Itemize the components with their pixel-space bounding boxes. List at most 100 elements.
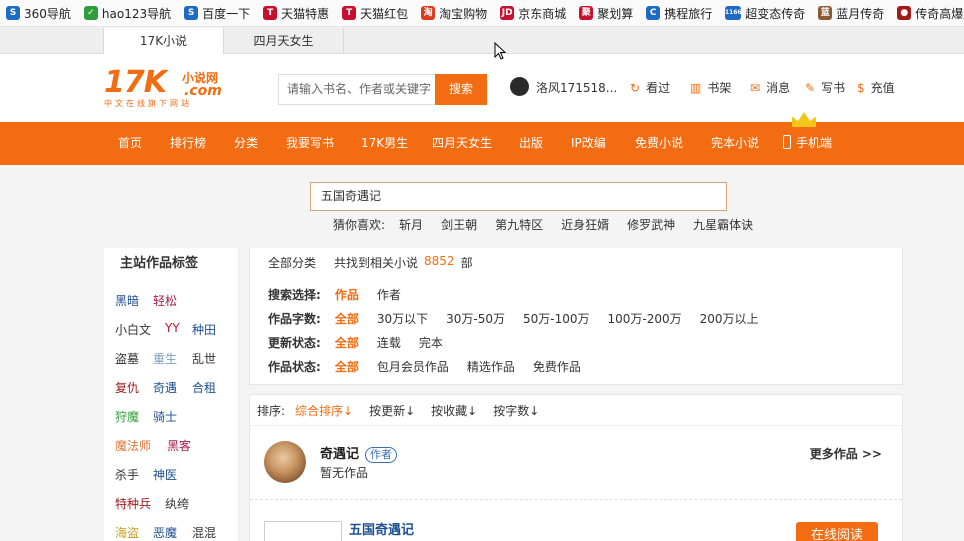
all-category-link[interactable]: 全部分类	[268, 254, 316, 271]
sort-option-3[interactable]: 按字数↓	[493, 402, 539, 419]
bookmark-label: 京东商城	[518, 6, 567, 21]
nav-item-2[interactable]: 分类	[234, 122, 258, 165]
author-name[interactable]: 奇遇记	[320, 447, 359, 462]
sidebar-tag[interactable]: 黑暗	[115, 292, 139, 309]
sidebar-tag[interactable]: 奇遇	[153, 379, 177, 396]
count-suffix: 部	[460, 256, 473, 270]
sidebar-tag[interactable]: 复仇	[115, 379, 139, 396]
sort-option-2[interactable]: 按收藏↓	[431, 402, 477, 419]
filter-option[interactable]: 作者	[377, 286, 401, 303]
header-search-input[interactable]: 请输入书名、作者或关键字	[278, 74, 435, 105]
sidebar-tag[interactable]: 神医	[153, 466, 177, 483]
filter-option[interactable]: 包月会员作品	[377, 358, 449, 375]
filter-option[interactable]: 30万-50万	[446, 310, 505, 327]
bookmark-4[interactable]: T 天猫红包	[342, 5, 408, 22]
guess-item[interactable]: 斩月	[399, 216, 423, 233]
filter-option[interactable]: 全部	[335, 310, 359, 327]
nav-item-9[interactable]: 完本小说	[711, 122, 759, 165]
guess-item[interactable]: 剑王朝	[441, 216, 477, 233]
filter-option[interactable]: 免费作品	[533, 358, 581, 375]
tab-17k[interactable]: 17K小说	[103, 28, 224, 55]
nav-item-0[interactable]: 首页	[118, 122, 142, 165]
sidebar-tag[interactable]: 盗墓	[115, 350, 139, 367]
nav-item-1[interactable]: 排行榜	[170, 122, 206, 165]
header-search-button[interactable]: 搜索	[435, 74, 487, 105]
username-link[interactable]: 洛风171518...	[536, 79, 617, 96]
nav-item-6[interactable]: 出版	[519, 122, 543, 165]
tab-siyuetian[interactable]: 四月天女生	[224, 28, 344, 54]
divider	[250, 499, 902, 500]
sidebar-tag[interactable]: 魔法师	[115, 437, 151, 454]
sidebar-tag[interactable]: 纨绔	[165, 495, 189, 512]
bookmark-1[interactable]: ✓ hao123导航	[83, 5, 171, 22]
sort-option-0[interactable]: 综合排序↓	[295, 402, 353, 419]
nav-label: 分类	[234, 136, 259, 150]
header-link-3[interactable]: ✎ 写书	[805, 79, 845, 96]
sidebar-tag[interactable]: 乱世	[192, 350, 216, 367]
filter-option[interactable]: 完本	[419, 334, 443, 351]
header-link-label: 看过	[646, 81, 671, 95]
header-link-4[interactable]: $ 充值	[857, 79, 895, 96]
bookmark-11[interactable]: ●传奇高爆版	[897, 5, 964, 22]
header-link-0[interactable]: ↻ 看过	[630, 79, 670, 96]
bookmark-5[interactable]: 淘淘宝购物	[421, 5, 487, 22]
filter-option[interactable]: 全部	[335, 334, 359, 351]
filter-option[interactable]: 30万以下	[377, 310, 428, 327]
filter-panel: 全部分类 共找到相关小说 8852 部 搜索选择: 作品 作者 作品字数: 全部 30万以…	[249, 248, 903, 385]
sidebar-tag[interactable]: 狩魔	[115, 408, 139, 425]
sidebar-tag[interactable]: 混混	[192, 524, 216, 541]
bookmark-label: 天猫特惠	[281, 6, 330, 21]
nav-item-8[interactable]: 免费小说	[635, 122, 683, 165]
nav-item-3[interactable]: 我要写书	[286, 122, 334, 165]
book-title-link[interactable]: 五国奇遇记	[349, 519, 414, 538]
sidebar-tag[interactable]: 黑客	[167, 437, 191, 454]
filter-option[interactable]: 连载	[377, 334, 401, 351]
bookmark-7[interactable]: 聚聚划算	[579, 5, 633, 22]
sidebar-tag[interactable]: 骑士	[153, 408, 177, 425]
filter-option[interactable]: 全部	[335, 358, 359, 375]
filter-option[interactable]: 100万-200万	[608, 310, 682, 327]
author-avatar[interactable]	[264, 441, 306, 483]
guess-item[interactable]: 近身狂婿	[561, 216, 609, 233]
book-cover[interactable]	[264, 521, 342, 541]
sidebar-tag[interactable]: 小白文	[115, 321, 151, 338]
sidebar-tag[interactable]: YY	[165, 321, 180, 335]
bookmark-6[interactable]: JD 京东商城	[500, 5, 566, 22]
sidebar-tag[interactable]: 合租	[192, 379, 216, 396]
nav-item-10[interactable]: 手机端	[783, 122, 832, 165]
more-works-link[interactable]: 更多作品 >>	[810, 445, 882, 462]
filter-option[interactable]: 200万以上	[700, 310, 759, 327]
sidebar-tag[interactable]: 特种兵	[115, 495, 151, 512]
nav-item-5[interactable]: 四月天女生	[432, 122, 492, 165]
sidebar-tag[interactable]: 种田	[192, 321, 216, 338]
sidebar-tag[interactable]: 恶魔	[153, 524, 177, 541]
main-search-input[interactable]: 五国奇遇记	[310, 182, 727, 211]
header-link-2[interactable]: ✉ 消息	[750, 79, 790, 96]
user-avatar[interactable]	[510, 77, 529, 96]
site-logo[interactable]: 17K 小说网 .com 中文在线旗下网站	[104, 68, 234, 109]
baidu-icon: S	[184, 6, 199, 20]
guess-item[interactable]: 第九特区	[495, 216, 543, 233]
bookmark-3[interactable]: T 天猫特惠	[263, 5, 329, 22]
guess-item[interactable]: 九星霸体诀	[693, 216, 753, 233]
sort-option-1[interactable]: 按更新↓	[369, 402, 415, 419]
guess-item[interactable]: 修罗武神	[627, 216, 675, 233]
filter-option[interactable]: 精选作品	[467, 358, 515, 375]
filter-option[interactable]: 50万-100万	[523, 310, 590, 327]
bookmark-8[interactable]: C 携程旅行	[646, 5, 712, 22]
sidebar-tag[interactable]: 轻松	[153, 292, 177, 309]
game-1166-icon: 1166	[725, 6, 742, 20]
bookmark-10[interactable]: 蓝蓝月传奇	[818, 5, 884, 22]
sidebar-tag[interactable]: 海盗	[115, 524, 139, 541]
nav-item-7[interactable]: IP改编	[571, 122, 606, 165]
sidebar-tag[interactable]: 杀手	[115, 466, 139, 483]
filter-option[interactable]: 作品	[335, 286, 359, 303]
nav-item-4[interactable]: 17K男生	[361, 122, 408, 165]
bookmark-2[interactable]: S 百度一下	[184, 5, 250, 22]
bookmark-0[interactable]: S 360导航	[6, 5, 71, 22]
read-online-button[interactable]: 在线阅读	[796, 522, 878, 541]
header-link-1[interactable]: ▥ 书架	[690, 79, 731, 96]
bookshelf-icon: ▥	[690, 80, 702, 95]
bookmark-9[interactable]: 1166 超变态传奇	[725, 5, 805, 22]
sidebar-tag[interactable]: 重生	[153, 350, 177, 367]
